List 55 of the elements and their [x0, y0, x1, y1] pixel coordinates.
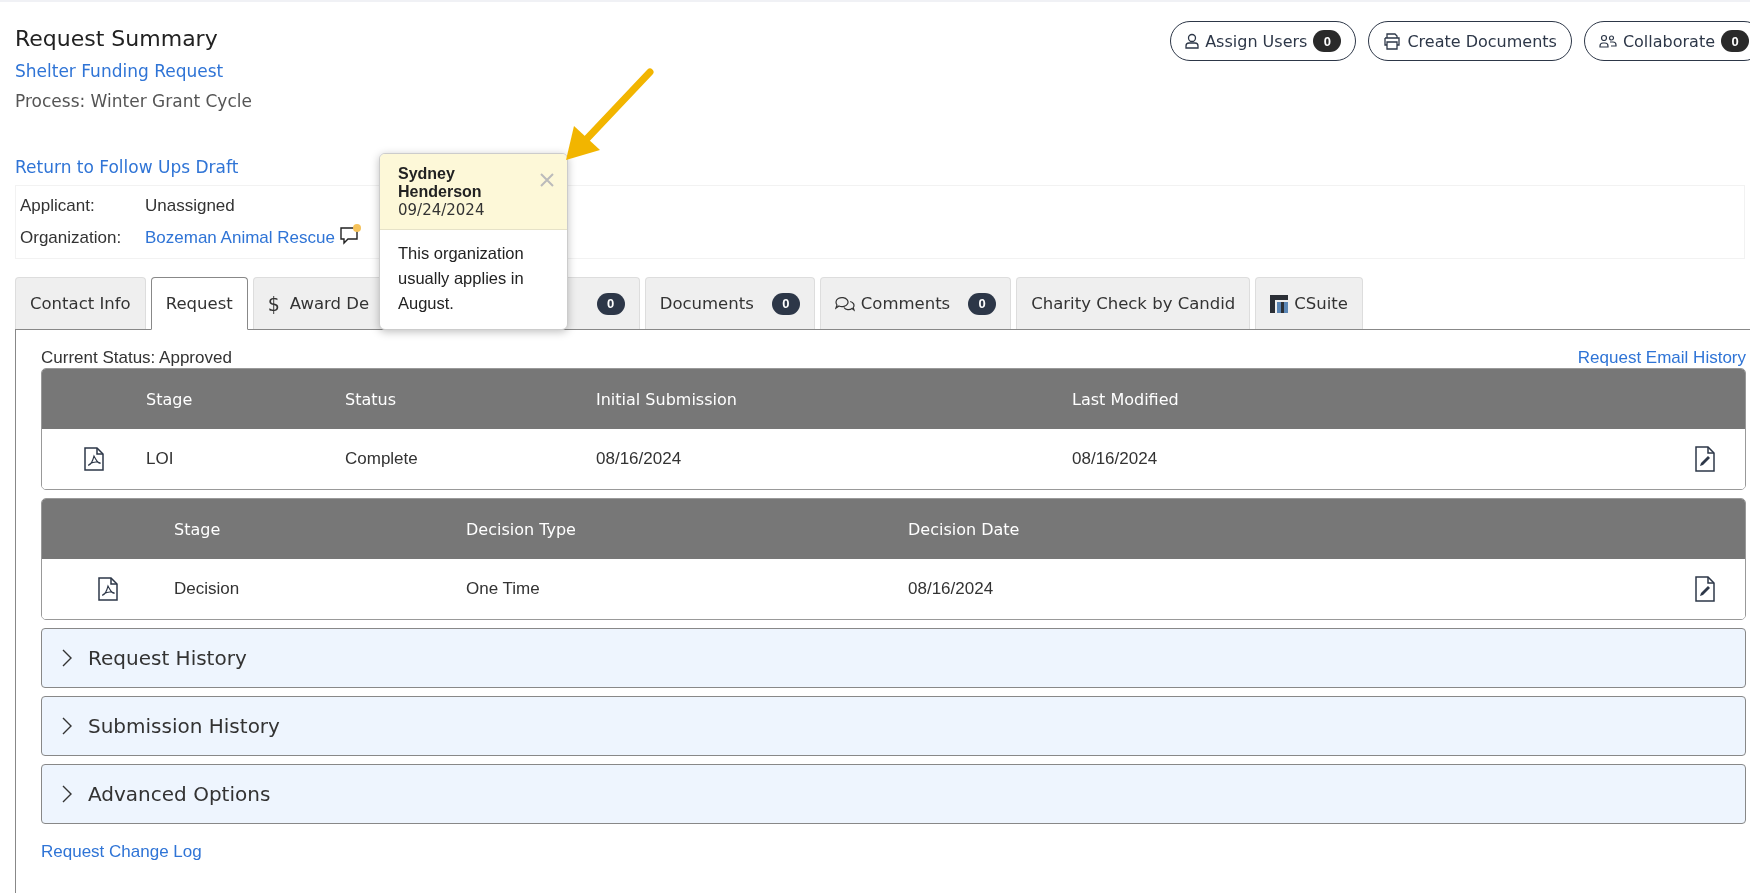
edit-document-icon[interactable] — [1695, 576, 1715, 602]
field-label: Organization: — [20, 228, 123, 248]
dollar-icon: $ — [267, 292, 280, 315]
comment-icon[interactable] — [338, 224, 363, 246]
organization-link[interactable]: Bozeman Animal Rescue — [145, 228, 335, 248]
accordion-header[interactable]: Request History — [41, 628, 1746, 688]
accordion-header[interactable]: Advanced Options — [41, 764, 1746, 824]
count-badge: 0 — [1721, 30, 1749, 52]
users-icon — [1598, 34, 1617, 48]
table-cell-text: One Time — [466, 579, 541, 599]
accordion-header[interactable]: Submission History — [41, 696, 1746, 756]
table-cell-text: 08/16/2024 — [1072, 449, 1159, 469]
email-history-link[interactable]: Request Email History — [1577, 348, 1746, 368]
tab[interactable]: CSuite — [1255, 277, 1363, 329]
column-header: Decision Date — [908, 519, 1021, 539]
field-label: Applicant: — [20, 196, 96, 216]
column-header: Last Modified — [1072, 389, 1180, 409]
column-header: Initial Submission — [596, 389, 738, 409]
tab[interactable]: Documents 0 — [644, 277, 815, 329]
request-link[interactable]: Shelter Funding Request — [15, 61, 252, 81]
column-header: Stage — [146, 389, 194, 409]
header-button[interactable]: Create Documents — [1368, 21, 1572, 61]
count-badge: 0 — [1313, 30, 1342, 52]
table-cell-text: 08/16/2024 — [908, 579, 995, 599]
count-badge: 0 — [968, 292, 997, 315]
table-cell-text: Decision — [174, 579, 241, 599]
page-title: Request Summary — [15, 26, 219, 51]
edit-document-icon[interactable] — [1695, 446, 1715, 472]
field-value: Unassigned — [145, 196, 235, 216]
header-button[interactable]: Assign Users 0 — [1170, 21, 1357, 61]
column-header: Decision Type — [466, 519, 577, 539]
csuite-logo-icon — [1270, 294, 1289, 313]
column-header: Status — [345, 389, 397, 409]
column-header: Stage — [174, 519, 222, 539]
return-link[interactable]: Return to Follow Ups Draft — [15, 157, 239, 177]
printer-icon — [1383, 32, 1402, 50]
count-badge: 0 — [596, 292, 625, 315]
comment-date: 09/24/2024 — [398, 201, 486, 219]
tab[interactable]: Contact Info — [15, 277, 146, 329]
tab[interactable]: Request — [150, 277, 248, 330]
process-label: Process: Winter Grant Cycle — [15, 91, 252, 111]
table-cell-text: Complete — [345, 449, 419, 469]
comment-author: Sydney Henderson — [398, 165, 483, 201]
pdf-icon[interactable] — [84, 447, 104, 471]
current-status: Current Status: Approved — [41, 348, 232, 368]
user-icon — [1185, 33, 1200, 49]
header-button[interactable]: Collaborate 0 — [1583, 21, 1750, 61]
count-badge: 0 — [771, 292, 800, 315]
table-cell-text: LOI — [146, 449, 175, 469]
pdf-icon[interactable] — [98, 577, 118, 601]
table-cell-text: 08/16/2024 — [596, 449, 683, 469]
tab[interactable]: Comments 0 — [819, 277, 1012, 329]
tab[interactable]: Charity Check by Candid — [1016, 277, 1251, 329]
comments-icon — [834, 295, 855, 312]
change-log-link[interactable]: Request Change Log — [41, 842, 1746, 862]
